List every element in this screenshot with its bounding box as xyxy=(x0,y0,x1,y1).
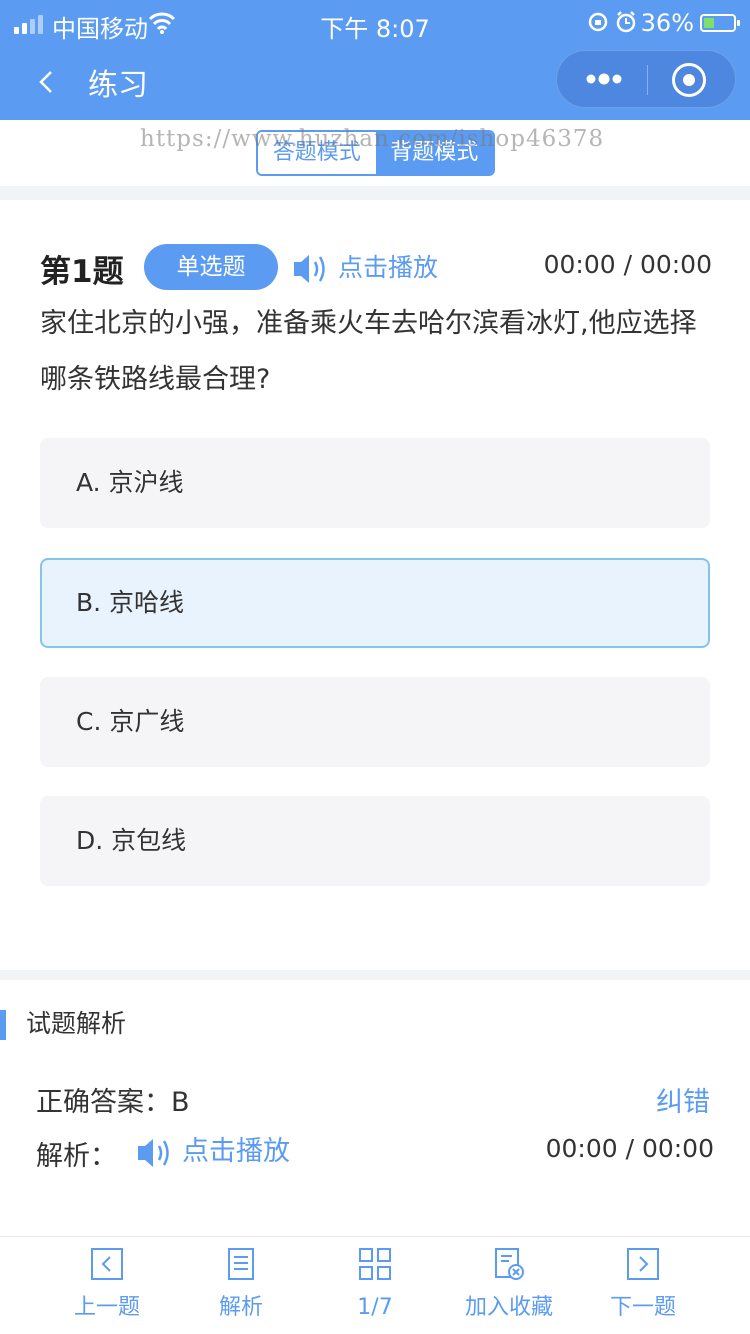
grid-icon xyxy=(359,1248,391,1280)
page-title: 练习 xyxy=(88,68,148,103)
option-b[interactable]: B. 京哈线 xyxy=(40,558,710,648)
tab-label: 1/7 xyxy=(357,1295,393,1320)
explanation-audio-time: 00:00 / 00:00 xyxy=(545,1134,714,1163)
back-icon[interactable] xyxy=(36,62,72,102)
option-a[interactable]: A. 京沪线 xyxy=(40,438,710,528)
option-label: C. 京广线 xyxy=(76,707,185,736)
next-icon xyxy=(627,1248,659,1280)
status-bar: 中国移动 下午 8:07 36% xyxy=(0,0,750,46)
watermark: https://www.huzhan.com/ishop46378 xyxy=(140,126,605,152)
explanation-label: 解析： xyxy=(36,1141,117,1172)
question-header: 第1题 单选题 点击播放 00:00 / 00:00 xyxy=(40,244,712,292)
correct-answer: 正确答案：B xyxy=(36,1087,190,1118)
add-favorite-button[interactable]: 加入收藏 xyxy=(444,1247,574,1331)
close-mini-program-icon[interactable] xyxy=(672,63,706,97)
speaker-icon xyxy=(136,1135,174,1171)
alarm-icon xyxy=(588,9,640,41)
analysis-title: 试题解析 xyxy=(26,1009,127,1038)
speaker-icon xyxy=(292,251,330,287)
tab-label: 解析 xyxy=(218,1295,263,1320)
more-icon[interactable] xyxy=(579,63,629,95)
battery-percent: 36% xyxy=(640,9,694,37)
play-label: 点击播放 xyxy=(182,1136,290,1167)
question-audio-play[interactable]: 点击播放 xyxy=(292,248,438,288)
tab-label: 加入收藏 xyxy=(464,1295,553,1320)
battery-icon xyxy=(700,14,740,32)
prev-icon xyxy=(91,1248,123,1280)
favorite-icon xyxy=(495,1248,524,1280)
option-label: D. 京包线 xyxy=(76,826,187,855)
next-question-button[interactable]: 下一题 xyxy=(578,1247,708,1331)
explanation-audio-play[interactable]: 点击播放 xyxy=(136,1132,290,1172)
question-audio-time: 00:00 / 00:00 xyxy=(543,250,712,279)
report-error-link[interactable]: 纠错 xyxy=(656,1080,710,1119)
play-label: 点击播放 xyxy=(338,253,439,282)
option-c[interactable]: C. 京广线 xyxy=(40,677,710,767)
question-type-badge: 单选题 xyxy=(144,244,278,290)
section-divider xyxy=(0,970,750,980)
option-label: B. 京哈线 xyxy=(76,588,185,617)
option-d[interactable]: D. 京包线 xyxy=(40,796,710,886)
document-icon xyxy=(228,1248,254,1280)
tab-label: 下一题 xyxy=(609,1295,676,1320)
prev-question-button[interactable]: 上一题 xyxy=(42,1247,172,1331)
bottom-toolbar: 上一题 解析 1/7 加入收藏 下一题 xyxy=(0,1236,750,1334)
question-number: 第1题 xyxy=(40,254,124,290)
section-accent-bar xyxy=(0,1010,6,1040)
question-index-button[interactable]: 1/7 xyxy=(310,1247,440,1331)
tab-label: 上一题 xyxy=(73,1295,140,1320)
analysis-button[interactable]: 解析 xyxy=(176,1247,306,1331)
mini-program-capsule xyxy=(556,50,736,108)
top-bar: 中国移动 下午 8:07 36% 练习 xyxy=(0,0,750,120)
capsule-divider xyxy=(647,65,648,95)
option-label: A. 京沪线 xyxy=(76,468,184,497)
question-text: 家住北京的小强，准备乘火车去哈尔滨看冰灯,他应选择哪条铁路线最合理? xyxy=(40,308,697,395)
section-divider xyxy=(0,186,750,200)
navigation-bar: 练习 xyxy=(0,46,750,120)
